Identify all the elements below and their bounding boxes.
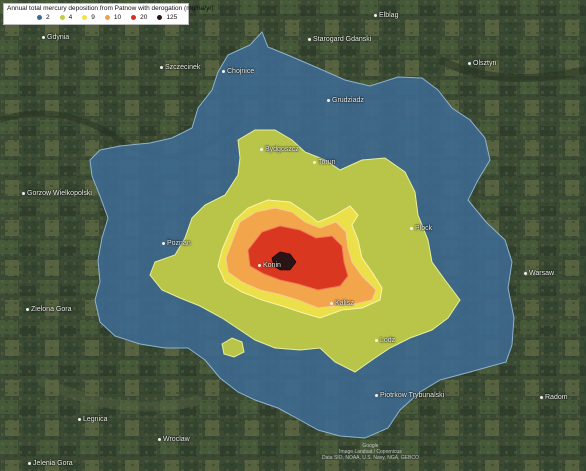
city-label-bydgoszcz: Bydgoszcz [260,146,299,153]
legend-swatch [37,15,42,20]
map-attribution: Google Image Landsat / Copernicus Data S… [322,443,419,461]
city-label-warsaw: Warsaw [524,270,554,277]
legend-swatch [131,15,137,20]
city-label-legnica: Legnica [78,416,108,423]
legend-swatch [104,15,110,20]
city-label-torun: Torun [313,159,336,166]
city-label-gorzow: Gorzow Wielkopolski [22,190,92,197]
city-label-wroclaw: Wroclaw [158,436,190,443]
legend-title: Annual total mercury deposition from Pat… [7,5,214,12]
legend-item: 4 [59,14,73,21]
city-label-grudziadz: Grudziadz [327,97,364,104]
city-label-chojnice: Chojnice [222,68,254,75]
legend-item: 125 [157,14,177,21]
city-label-radom: Radom [540,394,568,401]
city-label-piotrkow: Piotrkow Trybunalski [375,392,444,399]
map-legend: Annual total mercury deposition from Pat… [3,3,214,25]
legend-label: 125 [166,14,178,21]
legend-label: 10 [113,14,122,21]
map-view[interactable]: Annual total mercury deposition from Pat… [0,0,586,471]
city-label-plock: Plock [410,225,432,232]
legend-label: 9 [91,14,95,21]
legend-item: 9 [82,14,95,21]
city-label-poznan: Poznan [162,240,191,247]
city-label-kalisz: Kalisz [330,300,354,307]
city-label-olsztyn: Olsztyn [468,60,496,67]
legend-swatch [157,15,163,20]
city-label-starogard: Starogard Gdanski [308,36,371,43]
legend-item: 20 [131,14,147,21]
legend-swatch [59,15,65,20]
city-label-gdynia: Gdynia [42,34,69,41]
attribution-line-3: Data SIO, NOAA, U.S. Navy, NGA, GEBCO [322,455,419,461]
legend-swatch [82,15,88,20]
legend-label: 20 [140,14,148,21]
city-label-lodz: Lodz [375,337,395,344]
city-label-zielona-gora: Zielona Gora [26,306,71,313]
legend-label: 4 [68,14,73,21]
city-label-jelenia-gora: Jelenia Gora [28,460,73,467]
legend-item: 10 [104,14,122,21]
city-label-konin: Konin [258,262,281,269]
city-label-szczecinek: Szczecinek [160,64,200,71]
city-label-elblag: Elblag [374,12,398,19]
map-canvas [0,0,586,471]
legend-label: 2 [46,14,50,21]
legend-items: 2 4 9 10 20 125 [7,14,185,21]
legend-item: 2 [37,14,50,21]
